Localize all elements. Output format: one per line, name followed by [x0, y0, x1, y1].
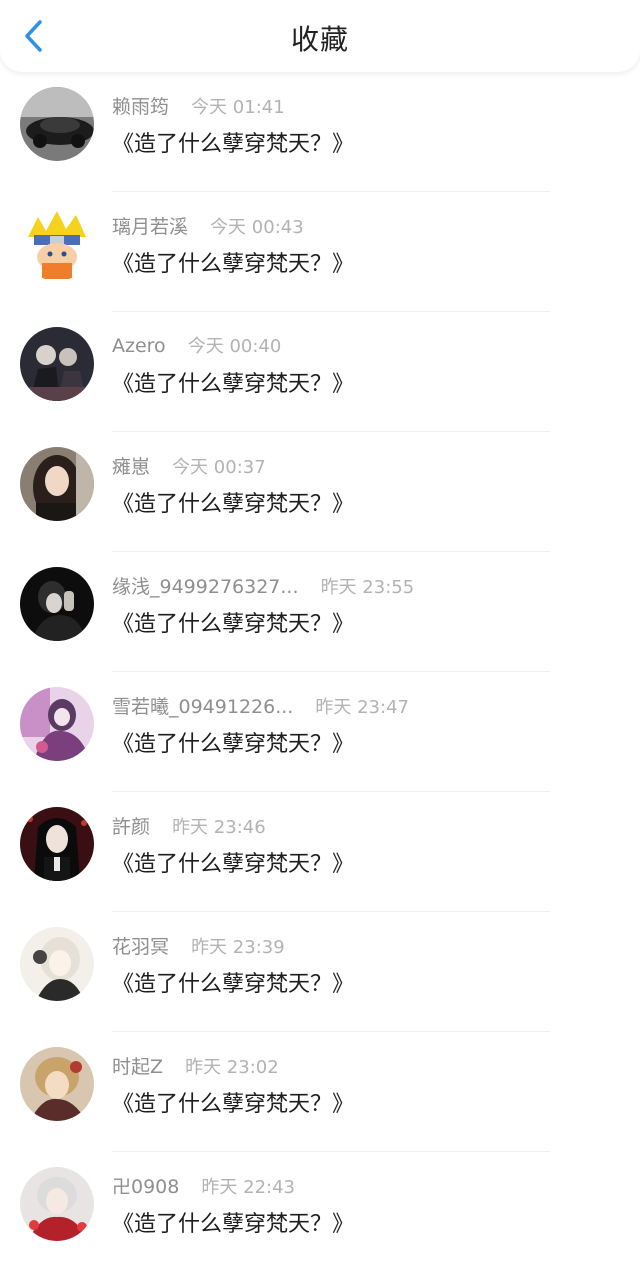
timestamp: 今天 00:43	[210, 217, 304, 238]
timestamp: 昨天 23:39	[191, 937, 285, 958]
list-item[interactable]: 花羽冥 昨天 23:39 《造了什么孽穿梵天？》	[0, 912, 640, 1032]
avatar[interactable]	[20, 567, 94, 641]
favorite-title[interactable]: 《造了什么孽穿梵天？》	[112, 846, 354, 878]
timestamp: 今天 00:40	[187, 336, 282, 357]
avatar[interactable]	[20, 447, 94, 521]
list-item[interactable]: 缘浅_9499276327... 昨天 23:55 《造了什么孽穿梵天？》	[0, 552, 640, 672]
list-item[interactable]: 瘫崽 今天 00:37 《造了什么孽穿梵天？》	[0, 432, 640, 552]
favorite-title[interactable]: 《造了什么孽穿梵天？》	[112, 1206, 354, 1238]
favorites-list: 赖雨筠 今天 01:41 《造了什么孽穿梵天？》 璃月若溪 今天 00:43 《…	[0, 72, 640, 1272]
list-item[interactable]: 卍0908 昨天 22:43 《造了什么孽穿梵天？》	[0, 1152, 640, 1272]
avatar[interactable]	[20, 1167, 94, 1241]
favorite-title[interactable]: 《造了什么孽穿梵天？》	[112, 966, 354, 998]
list-item[interactable]: 赖雨筠 今天 01:41 《造了什么孽穿梵天？》	[0, 72, 640, 192]
user-name[interactable]: Azero	[112, 335, 166, 357]
user-name[interactable]: 花羽冥	[112, 932, 169, 959]
avatar[interactable]	[20, 807, 94, 881]
favorite-title[interactable]: 《造了什么孽穿梵天？》	[112, 1086, 354, 1118]
timestamp: 昨天 23:47	[315, 697, 409, 718]
list-item[interactable]: 雪若曦_09491226... 昨天 23:47 《造了什么孽穿梵天？》	[0, 672, 640, 792]
timestamp: 今天 00:37	[172, 457, 266, 478]
avatar[interactable]	[20, 1047, 94, 1121]
list-item[interactable]: 璃月若溪 今天 00:43 《造了什么孽穿梵天？》	[0, 192, 640, 312]
favorite-title[interactable]: 《造了什么孽穿梵天？》	[112, 726, 354, 758]
favorite-title[interactable]: 《造了什么孽穿梵天？》	[112, 606, 354, 638]
user-name[interactable]: 缘浅_9499276327...	[112, 572, 299, 599]
timestamp: 昨天 22:43	[201, 1177, 296, 1198]
timestamp: 今天 01:41	[191, 97, 285, 118]
user-name[interactable]: 許颜	[112, 812, 150, 839]
avatar[interactable]	[20, 87, 94, 161]
user-name[interactable]: 时起Z	[112, 1052, 163, 1079]
favorite-title[interactable]: 《造了什么孽穿梵天？》	[112, 126, 354, 158]
page-title: 收藏	[290, 23, 349, 56]
avatar[interactable]	[20, 327, 94, 401]
avatar[interactable]	[20, 687, 94, 761]
favorite-title[interactable]: 《造了什么孽穿梵天？》	[112, 246, 354, 278]
user-name[interactable]: 雪若曦_09491226...	[112, 692, 293, 719]
user-name[interactable]: 赖雨筠	[112, 92, 169, 119]
top-bar: 收藏	[0, 0, 640, 72]
favorite-title[interactable]: 《造了什么孽穿梵天？》	[112, 366, 354, 398]
user-name[interactable]: 璃月若溪	[112, 212, 188, 239]
user-name[interactable]: 卍0908	[112, 1172, 179, 1199]
timestamp: 昨天 23:46	[172, 817, 266, 838]
list-item[interactable]: 許颜 昨天 23:46 《造了什么孽穿梵天？》	[0, 792, 640, 912]
timestamp: 昨天 23:02	[185, 1057, 279, 1078]
avatar[interactable]	[20, 927, 94, 1001]
list-item[interactable]: 时起Z 昨天 23:02 《造了什么孽穿梵天？》	[0, 1032, 640, 1152]
favorite-title[interactable]: 《造了什么孽穿梵天？》	[112, 486, 354, 518]
user-name[interactable]: 瘫崽	[112, 452, 150, 479]
avatar[interactable]	[20, 207, 94, 281]
list-item[interactable]: Azero 今天 00:40 《造了什么孽穿梵天？》	[0, 312, 640, 432]
timestamp: 昨天 23:55	[320, 577, 415, 598]
